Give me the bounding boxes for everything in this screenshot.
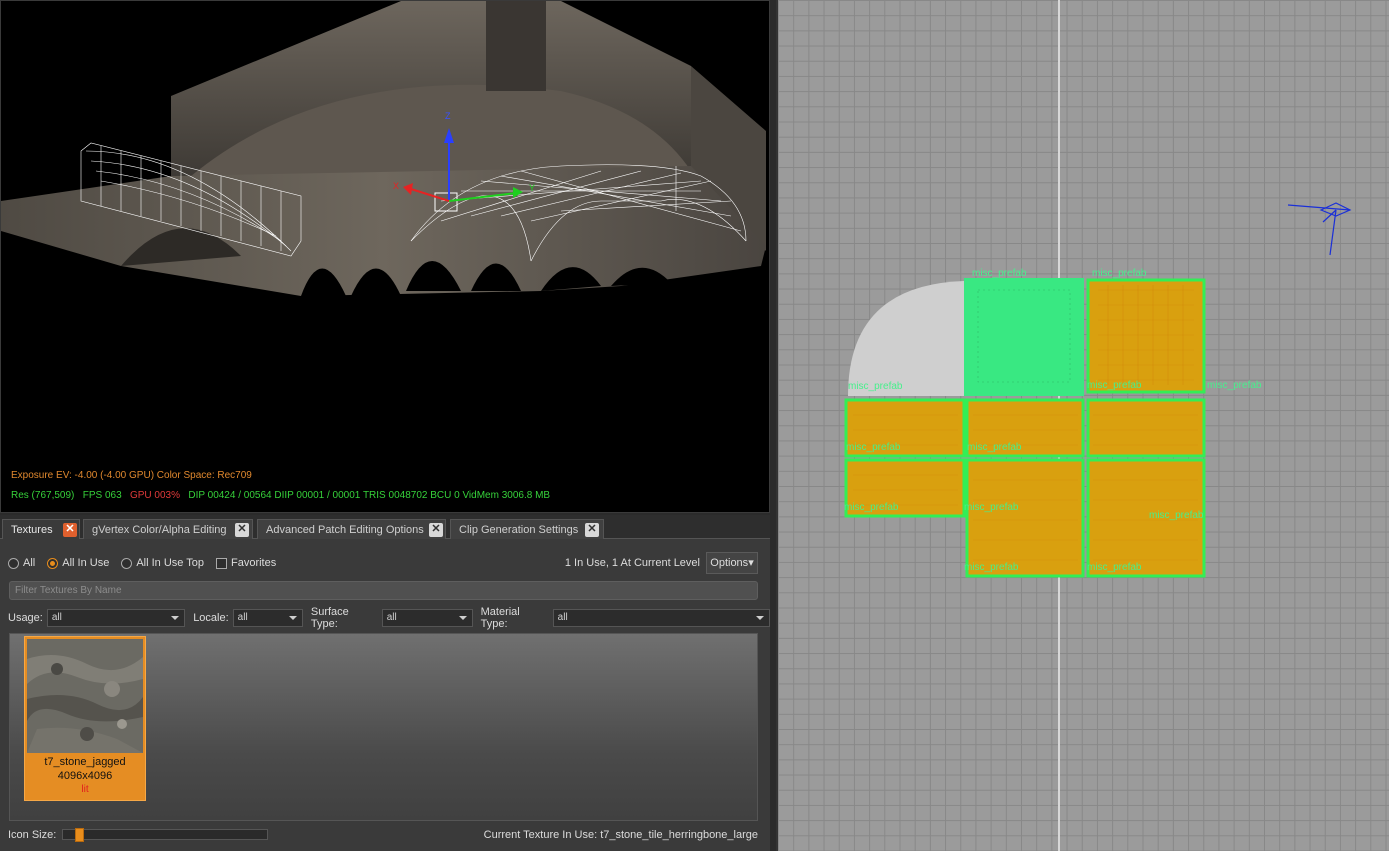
prefab-label: misc_prefab bbox=[1087, 562, 1142, 573]
prefab-label: misc_prefab bbox=[844, 502, 899, 513]
usage-select[interactable]: all bbox=[46, 609, 186, 627]
tab-label: Clip Generation Settings bbox=[459, 524, 579, 536]
material-type-select[interactable]: all bbox=[552, 609, 770, 627]
radio-all-in-use-top[interactable]: All In Use Top bbox=[121, 557, 204, 569]
radio-icon[interactable] bbox=[8, 557, 19, 569]
tower bbox=[486, 1, 546, 91]
locale-label: Locale: bbox=[193, 612, 229, 624]
stats-readout: DIP 00424 / 00564 DIIP 00001 / 00001 TRI… bbox=[188, 490, 551, 501]
3d-viewport[interactable]: Z Y X Exposure EV: -4.00 (-4.00 GPU) Col… bbox=[0, 0, 770, 513]
close-icon[interactable]: ✕ bbox=[63, 523, 77, 537]
favorites-checkbox[interactable]: Favorites bbox=[215, 557, 277, 569]
chevron-down-icon bbox=[171, 616, 180, 620]
in-use-summary: 1 In Use, 1 At Current Level bbox=[564, 557, 700, 569]
prefab-label: misc_prefab bbox=[964, 502, 1019, 513]
options-button[interactable]: Options▾ bbox=[706, 552, 758, 574]
material-type-label: Material Type: bbox=[480, 606, 520, 630]
prefab-label: misc_prefab bbox=[972, 268, 1027, 279]
usage-value: all bbox=[51, 612, 62, 623]
prefab-label: misc_prefab bbox=[967, 442, 1022, 453]
radio-all-in-use-top-label: All In Use Top bbox=[136, 557, 204, 569]
radiant-editor-window: Z Y X Exposure EV: -4.00 (-4.00 GPU) Col… bbox=[0, 0, 1389, 851]
tab-label: gVertex Color/Alpha Editing bbox=[92, 524, 227, 536]
tab-clip-generation[interactable]: Clip Generation Settings ✕ bbox=[450, 519, 604, 539]
perf-readout: Res (767,509) FPS 063 GPU 003% DIP 00424… bbox=[11, 490, 550, 501]
usage-label: Usage: bbox=[8, 612, 43, 624]
surface-type-select[interactable]: all bbox=[381, 609, 473, 627]
res-readout: Res (767,509) bbox=[11, 490, 75, 501]
tab-advanced-patch[interactable]: Advanced Patch Editing Options ✕ bbox=[257, 519, 446, 539]
texture-name: t7_stone_jagged bbox=[44, 756, 126, 768]
prefab-label: misc_prefab bbox=[1087, 380, 1142, 391]
current-texture-in-use: Current Texture In Use: t7_stone_tile_he… bbox=[483, 829, 758, 841]
prefab-label: misc_prefab bbox=[848, 381, 903, 392]
prefab-label: misc_prefab bbox=[1207, 380, 1262, 391]
chevron-down-icon bbox=[756, 616, 764, 620]
prefab-label: misc_prefab bbox=[846, 442, 901, 453]
fps-readout: FPS 063 bbox=[82, 490, 122, 501]
prefab-label: misc_prefab bbox=[964, 562, 1019, 573]
icon-size-slider[interactable] bbox=[62, 828, 268, 842]
texture-thumbnails: t7_stone_jagged 4096x4096 lit bbox=[9, 633, 758, 821]
radio-all[interactable]: All bbox=[8, 557, 35, 569]
2d-grid-viewport[interactable]: misc_prefab misc_prefab misc_prefab misc… bbox=[776, 0, 1389, 851]
radio-icon[interactable] bbox=[121, 557, 133, 569]
selected-patch bbox=[964, 278, 1084, 396]
slider-handle[interactable] bbox=[75, 828, 84, 842]
panel-tabbar: Textures ✕ gVertex Color/Alpha Editing ✕… bbox=[0, 515, 770, 539]
texture-thumbnail[interactable]: t7_stone_jagged 4096x4096 lit bbox=[24, 636, 146, 801]
close-icon[interactable]: ✕ bbox=[235, 523, 249, 537]
texture-lit-tag: lit bbox=[81, 784, 89, 795]
gpu-readout: GPU 003% bbox=[129, 490, 181, 501]
close-icon[interactable]: ✕ bbox=[429, 523, 443, 537]
tab-label: Advanced Patch Editing Options bbox=[266, 524, 424, 536]
quarter-round-patch bbox=[848, 281, 964, 396]
3d-scene: Z Y X bbox=[1, 1, 766, 296]
favorites-label: Favorites bbox=[230, 557, 277, 569]
prefab-label: misc_prefab bbox=[1149, 510, 1204, 521]
texture-filter-radios: All All In Use All In Use Top Favorites bbox=[8, 555, 282, 571]
tab-vertex-color[interactable]: gVertex Color/Alpha Editing ✕ bbox=[83, 519, 253, 539]
chevron-down-icon bbox=[458, 616, 467, 620]
tab-textures[interactable]: Textures ✕ bbox=[2, 519, 80, 539]
camera-icon bbox=[1287, 202, 1352, 256]
exposure-readout: Exposure EV: -4.00 (-4.00 GPU) Color Spa… bbox=[11, 470, 252, 481]
axis-y-label: Y bbox=[529, 183, 535, 193]
surface-type-label: Surface Type: bbox=[310, 606, 349, 630]
radio-all-label: All bbox=[23, 557, 36, 569]
filter-textures-input[interactable]: Filter Textures By Name bbox=[9, 581, 758, 600]
icon-size-label: Icon Size: bbox=[8, 829, 57, 841]
texture-dropdowns: Usage: all Locale: all Surface Type: all… bbox=[8, 606, 770, 630]
locale-value: all bbox=[237, 612, 248, 623]
chevron-down-icon bbox=[288, 616, 297, 620]
surface-type-value: all bbox=[386, 612, 397, 623]
dropdown-arrow-icon: ▾ bbox=[748, 557, 754, 569]
material-type-value: all bbox=[557, 612, 568, 623]
radio-all-in-use[interactable]: All In Use bbox=[47, 557, 109, 569]
axis-x-label: X bbox=[393, 181, 399, 191]
prefab-label: misc_prefab bbox=[1092, 268, 1147, 279]
radio-selected-icon[interactable] bbox=[47, 557, 59, 569]
locale-select[interactable]: all bbox=[232, 609, 303, 627]
tab-label: Textures bbox=[11, 524, 53, 536]
options-label: Options bbox=[710, 557, 749, 569]
axis-z-label: Z bbox=[445, 111, 451, 121]
texture-preview-image bbox=[27, 639, 143, 753]
checkbox-icon[interactable] bbox=[215, 557, 227, 569]
top-view-scene bbox=[844, 202, 1352, 578]
radio-all-in-use-label: All In Use bbox=[62, 557, 110, 569]
close-icon[interactable]: ✕ bbox=[585, 523, 599, 537]
texture-panel: Textures ✕ gVertex Color/Alpha Editing ✕… bbox=[0, 515, 770, 851]
texture-size: 4096x4096 bbox=[57, 770, 113, 782]
